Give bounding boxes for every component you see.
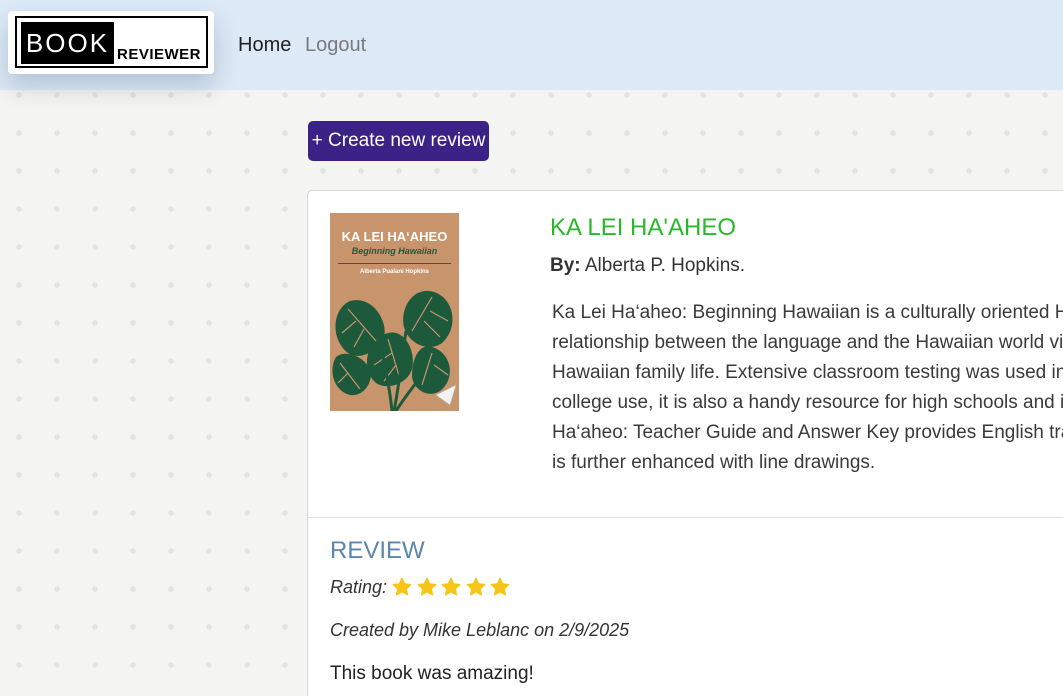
star-icon <box>392 577 412 596</box>
cover-title: KA LEI HA‘AHEO <box>341 229 448 244</box>
book-cover-image[interactable]: KA LEI HA‘AHEO Beginning Hawaiian Albert… <box>330 213 459 411</box>
book-author-row: By: Alberta P. Hopkins. <box>550 255 745 277</box>
cover-rule <box>338 263 451 264</box>
star-rating <box>391 576 514 598</box>
description-line: relationship between the language and th… <box>552 332 1063 353</box>
review-created-info: Created by Mike Leblanc on 2/9/2025 <box>330 620 630 640</box>
star-icon <box>491 577 510 596</box>
description-line: Hawaiian family life. Extensive classroo… <box>552 362 1063 383</box>
description-line: Ha‘aheo: Teacher Guide and Answer Key pr… <box>552 422 1063 443</box>
book-review-card: KA LEI HA‘AHEO Beginning Hawaiian Albert… <box>307 190 1063 696</box>
cover-subtitle: Beginning Hawaiian <box>351 246 438 256</box>
review-heading: REVIEW <box>330 537 425 564</box>
taro-leaves-illustration <box>332 290 457 411</box>
navbar: BOOK REVIEWER Home Logout <box>0 0 1063 90</box>
nav-home-link[interactable]: Home <box>238 33 291 57</box>
description-line: college use, it is also a handy resource… <box>552 392 1063 413</box>
logo-frame: BOOK REVIEWER <box>15 16 208 68</box>
create-review-button[interactable]: + Create new review <box>308 121 489 161</box>
brand-logo-link[interactable]: BOOK REVIEWER <box>8 11 214 74</box>
book-author: Alberta P. Hopkins. <box>584 255 746 276</box>
by-label: By: <box>550 255 581 276</box>
book-description: Ka Lei Ha‘aheo: Beginning Hawaiian is a … <box>552 298 1063 478</box>
book-title: KA LEI HA'AHEO <box>550 214 736 241</box>
cover-author: Alberta Pualani Hopkins <box>359 269 429 275</box>
star-icon <box>417 577 437 596</box>
description-line: Ka Lei Ha‘aheo: Beginning Hawaiian is a … <box>552 302 1063 323</box>
description-line: is further enhanced with line drawings. <box>552 452 876 473</box>
rating-row: Rating: <box>330 576 514 598</box>
card-divider <box>308 517 1063 518</box>
logo-reviewer-text: REVIEWER <box>117 46 202 63</box>
review-text: This book was amazing! <box>330 663 534 684</box>
star-icon <box>441 577 461 596</box>
logo-book-text: BOOK <box>21 22 114 64</box>
nav-logout-link[interactable]: Logout <box>305 33 366 57</box>
rating-label: Rating: <box>330 576 388 597</box>
star-icon <box>466 577 486 596</box>
